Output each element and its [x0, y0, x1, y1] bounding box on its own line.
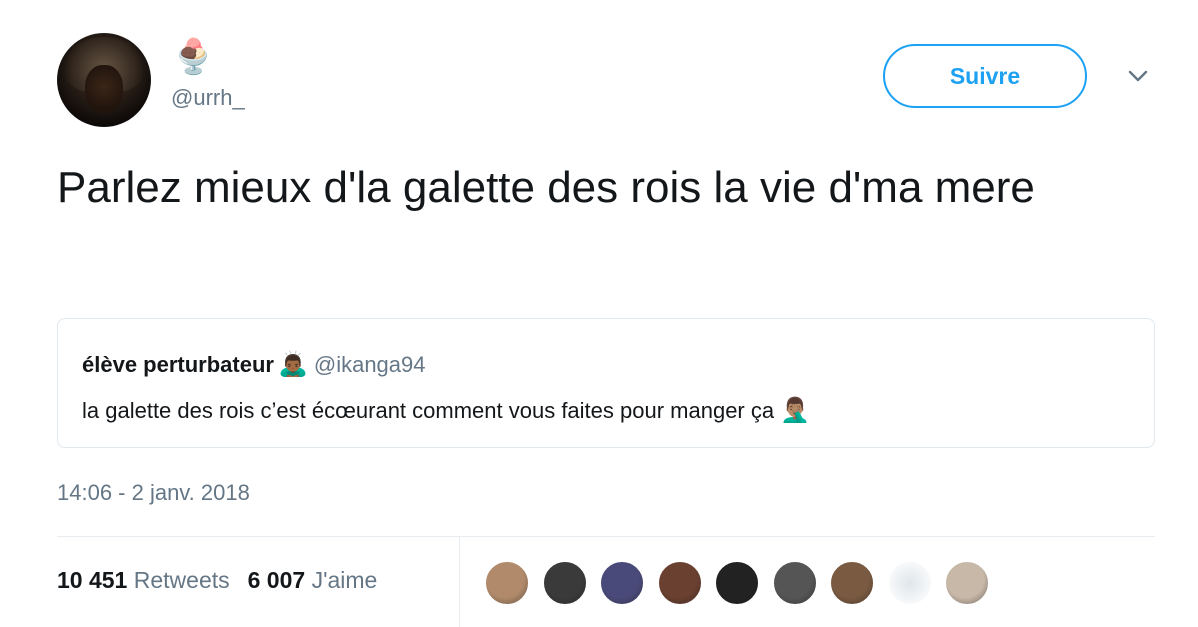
stats-divider	[57, 536, 1155, 537]
liker-avatar-2[interactable]	[541, 560, 588, 606]
author-avatar[interactable]	[57, 33, 151, 127]
retweets-label: Retweets	[133, 567, 230, 593]
quoted-author-handle[interactable]: @ikanga94	[314, 352, 426, 377]
facepalm-emoji: 🤦🏽‍♂️	[780, 397, 810, 424]
liker-avatar-6[interactable]	[771, 560, 818, 606]
retweets-count: 10 451	[57, 567, 128, 593]
likes-count: 6 007	[247, 567, 306, 593]
author-display-name[interactable]: 🍨	[172, 37, 214, 77]
stats-vertical-divider	[459, 537, 460, 627]
retweets-stat[interactable]: 10 451 Retweets	[57, 567, 230, 593]
liker-avatar-9[interactable]	[944, 560, 990, 606]
liker-avatar-4[interactable]	[656, 560, 703, 606]
quoted-author-name[interactable]: élève perturbateur	[82, 352, 274, 377]
likes-label: J'aime	[311, 567, 378, 593]
quoted-tweet-text: la galette des rois c’est écœurant comme…	[82, 396, 810, 425]
quoted-tweet-body: la galette des rois c’est écœurant comme…	[82, 398, 775, 423]
tweet-text: Parlez mieux d'la galette des rois la vi…	[57, 163, 1035, 212]
liker-avatar-5[interactable]	[714, 560, 760, 606]
liker-avatar-8[interactable]	[886, 560, 933, 606]
liker-avatar-1[interactable]	[484, 560, 530, 606]
quoted-author-emoji: 🙇🏾‍♂️	[277, 351, 308, 378]
likes-stat[interactable]: 6 007 J'aime	[248, 567, 378, 593]
follow-button[interactable]: Suivre	[883, 44, 1087, 108]
tweet-timestamp[interactable]: 14:06 - 2 janv. 2018	[57, 480, 250, 506]
chevron-down-icon[interactable]	[1124, 62, 1152, 90]
liker-avatar-7[interactable]	[829, 560, 875, 606]
author-handle[interactable]: @urrh_	[171, 85, 245, 111]
likers-avatars	[484, 560, 1004, 608]
quoted-tweet-header: élève perturbateur 🙇🏾‍♂️ @ikanga94	[82, 350, 426, 379]
avatar-face	[85, 65, 123, 113]
liker-avatar-3[interactable]	[599, 560, 645, 606]
tweet-stats: 10 451 Retweets 6 007 J'aime	[57, 567, 377, 594]
quoted-tweet[interactable]: élève perturbateur 🙇🏾‍♂️ @ikanga94 la gale…	[57, 318, 1155, 448]
